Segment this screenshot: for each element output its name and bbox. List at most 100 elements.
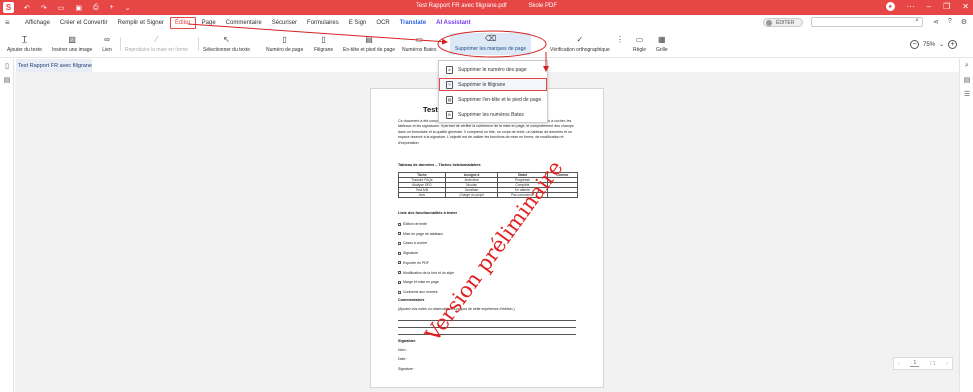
- tab-ocr[interactable]: OCR: [372, 18, 393, 28]
- tab-editer[interactable]: Éditer: [169, 16, 196, 29]
- intro-paragraph: Ce document a été conçu pour tester les …: [398, 119, 574, 145]
- checkbox[interactable]: [398, 280, 401, 284]
- tab-page[interactable]: Page: [198, 18, 220, 28]
- next-page-icon[interactable]: ›: [946, 361, 948, 367]
- checkbox[interactable]: [398, 290, 401, 294]
- print-icon[interactable]: ⎙: [93, 4, 99, 12]
- insert-image-button[interactable]: ▨ Insérer une image: [52, 34, 92, 54]
- add-text-button[interactable]: T̲ Ajouter du texte: [7, 34, 43, 54]
- save-icon[interactable]: ▣: [75, 4, 82, 12]
- checkbox[interactable]: [398, 232, 401, 236]
- checklist-label: Modification de la font et du style: [403, 270, 454, 275]
- zoom-out-icon[interactable]: −: [910, 40, 919, 49]
- properties-icon[interactable]: ▤: [960, 73, 973, 87]
- checklist-item: Signature: [398, 249, 454, 259]
- avatar[interactable]: ●: [885, 2, 895, 11]
- grid-button[interactable]: ▦ Grille: [656, 34, 668, 54]
- spell-check-button[interactable]: ✓ Vérification orthographique: [550, 34, 610, 54]
- tab-affichage[interactable]: Affichage: [21, 18, 54, 28]
- right-sidebar: ⌕ ▤ ☰: [959, 59, 973, 392]
- watermark-icon: ≡: [446, 80, 453, 89]
- add-text-label: Ajouter du texte: [7, 47, 43, 53]
- more-options-button[interactable]: ⋮: [615, 34, 625, 44]
- header-footer-button[interactable]: ▤ En-tête et pied de page: [343, 34, 395, 54]
- app-logo: S: [3, 2, 14, 13]
- hamburger-icon[interactable]: ≡: [5, 18, 13, 27]
- grid-label: Grille: [656, 47, 668, 53]
- table-cell: [546, 192, 579, 198]
- current-page-input[interactable]: 1: [910, 360, 920, 367]
- remove-page-marks-button[interactable]: ⌫ Supprimer les marques de page: [450, 33, 532, 55]
- page-navigator: ‹ 1 / 1 ›: [893, 357, 953, 370]
- bates-numbers-button[interactable]: ▭ Numéros Bates: [402, 34, 436, 54]
- menu-item-remove-watermark[interactable]: ≡ Supprimer le filigrane: [439, 78, 547, 91]
- minimize-icon[interactable]: –: [927, 2, 931, 11]
- edit-toggle-label: ÉDITER: [776, 19, 795, 26]
- search-input[interactable]: ⌕: [811, 17, 923, 27]
- signature-sign-field[interactable]: Signature :: [398, 367, 415, 371]
- settings-icon[interactable]: ⚙: [961, 18, 967, 26]
- checkbox[interactable]: [398, 251, 401, 255]
- document-tab[interactable]: Test Rapport FR avec filigrane: [16, 59, 92, 72]
- tab-esign[interactable]: E Sign: [345, 18, 371, 28]
- watermark-button[interactable]: ▯ Filigrane: [314, 34, 333, 54]
- search-panel-icon[interactable]: ⌕: [960, 59, 973, 73]
- zoom-value[interactable]: 75%: [923, 42, 935, 48]
- bates-icon: ▭: [415, 34, 424, 44]
- menu-item-remove-bates[interactable]: B Supprimer les numéros Bates: [439, 108, 547, 121]
- menu-dots-icon[interactable]: ⋯: [907, 2, 915, 11]
- toolbar-divider: [198, 37, 199, 51]
- zoom-dropdown-icon[interactable]: ⌄: [939, 41, 944, 48]
- tab-ai-assistant[interactable]: AI Assistant: [432, 18, 474, 28]
- thumbnails-icon[interactable]: ▯: [0, 59, 14, 73]
- bookmarks-icon[interactable]: ▤: [0, 73, 14, 87]
- checklist-label: Édition de texte: [403, 222, 428, 226]
- pdf-page: Test R Ce document a été conçu pour test…: [370, 88, 604, 388]
- page-number-button[interactable]: ▯ Numéro de page: [266, 34, 303, 54]
- tab-translate[interactable]: Translate: [396, 18, 430, 28]
- link-label: Lien: [102, 47, 112, 53]
- header-footer-icon: ▤: [446, 95, 453, 104]
- tab-commentaire[interactable]: Commentaire: [222, 18, 266, 28]
- signature-date-field[interactable]: Date :: [398, 357, 407, 361]
- plus-icon[interactable]: +: [110, 4, 114, 12]
- remove-marks-dropdown: # Supprimer le numéro des page ≡ Supprim…: [438, 60, 548, 123]
- checkbox[interactable]: [398, 222, 401, 226]
- select-text-button[interactable]: ↖ Sélectionner du texte: [203, 34, 250, 54]
- menu-right-actions: ⋖ ? ⚙: [933, 18, 967, 26]
- zoom-in-icon[interactable]: +: [948, 40, 958, 49]
- adjust-icon[interactable]: ☰: [960, 87, 973, 101]
- tab-remplir-signer[interactable]: Remplir et Signer: [114, 18, 168, 28]
- window-title: Test Rapport FR avec filigrane.pdf Skole…: [0, 3, 973, 9]
- ruler-label: Règle: [633, 47, 647, 53]
- checkbox[interactable]: [398, 241, 401, 245]
- chevron-down-icon[interactable]: ⌄: [125, 4, 131, 12]
- checklist-label: Cases à cocher: [403, 241, 428, 246]
- help-icon[interactable]: ?: [948, 18, 952, 26]
- redo-icon[interactable]: ↷: [41, 4, 47, 12]
- reproduce-format-button[interactable]: ⁄ Reproduire la mise en forme: [125, 34, 188, 54]
- search-icon[interactable]: ⌕: [915, 17, 919, 25]
- folder-icon[interactable]: ▭: [58, 4, 65, 12]
- ruler-button[interactable]: ▭ Règle: [633, 34, 647, 54]
- tab-creer-convertir[interactable]: Créer et Convertir: [56, 18, 112, 28]
- close-icon[interactable]: ✕: [962, 2, 969, 11]
- ruler-icon: ▭: [635, 34, 644, 44]
- checkbox[interactable]: [398, 271, 401, 275]
- share-icon[interactable]: ⋖: [933, 18, 939, 26]
- menu-item-remove-page-number[interactable]: # Supprimer le numéro des page: [439, 63, 547, 76]
- link-button[interactable]: ∞ Lien: [102, 34, 112, 54]
- checkbox[interactable]: [398, 261, 401, 265]
- watermark-icon: ▯: [321, 34, 326, 44]
- undo-icon[interactable]: ↶: [24, 4, 30, 12]
- restore-icon[interactable]: ❐: [943, 2, 950, 11]
- edit-mode-toggle[interactable]: ÉDITER: [763, 18, 803, 27]
- menu-item-remove-header-footer[interactable]: ▤ Supprimer l'en-tête et le pied de page: [439, 93, 547, 106]
- more-vertical-icon: ⋮: [616, 34, 624, 44]
- window-title-app: Skole PDF: [528, 3, 558, 9]
- tab-securiser[interactable]: Sécuriser: [268, 18, 301, 28]
- cursor-icon: ↖: [223, 34, 230, 44]
- prev-page-icon[interactable]: ‹: [898, 361, 900, 367]
- toolbar-divider: [120, 37, 121, 51]
- tab-formulaires[interactable]: Formulaires: [303, 18, 343, 28]
